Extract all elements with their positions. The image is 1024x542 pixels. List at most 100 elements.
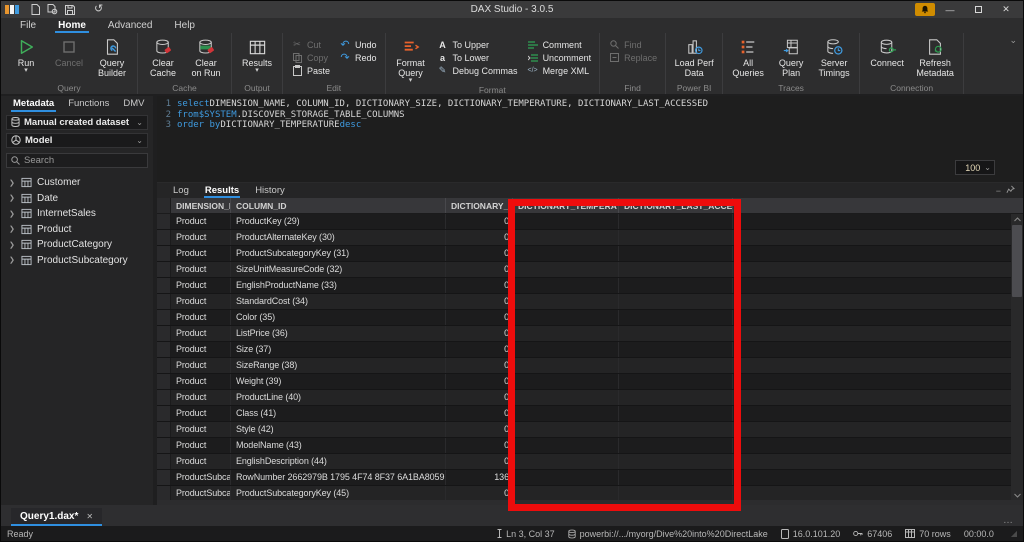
tab-log[interactable]: Log xyxy=(167,185,195,198)
sidebar-tree-item[interactable]: ❯ Product xyxy=(1,222,153,238)
tab-overflow-icon[interactable]: … xyxy=(1003,515,1023,526)
resize-grip[interactable]: ◢ xyxy=(1011,529,1017,538)
cell-dictionary-temperature[interactable] xyxy=(513,470,619,485)
results-output-button[interactable]: Results ▾ xyxy=(236,35,278,74)
row-selector[interactable] xyxy=(157,358,171,373)
cell-dictionary-last-accessed[interactable] xyxy=(619,262,733,277)
dataset-dropdown[interactable]: Manual created dataset ⌄ xyxy=(6,115,148,130)
query-editor[interactable]: 1select DIMENSION_NAME, COLUMN_ID, DICTI… xyxy=(157,96,1023,183)
table-row[interactable]: ProductSubcategory RowNumber 2662979B 17… xyxy=(157,470,1023,486)
column-header-dictionary-last-accessed[interactable]: DICTIONARY_LAST_ACCESSED xyxy=(619,198,733,213)
cell-dictionary-size[interactable]: 0 xyxy=(446,390,513,405)
chevron-right-icon[interactable]: ❯ xyxy=(9,225,16,233)
column-header-dimension-name[interactable]: DIMENSION_NAME xyxy=(171,198,231,213)
cell-dictionary-size[interactable]: 0 xyxy=(446,230,513,245)
redo-button[interactable]: ↷Redo xyxy=(335,51,381,64)
table-row[interactable]: Product EnglishProductName (33) 0 xyxy=(157,278,1023,294)
cell-dimension-name[interactable]: Product xyxy=(171,390,231,405)
cell-dictionary-temperature[interactable] xyxy=(513,278,619,293)
pin-icon[interactable] xyxy=(1006,185,1015,196)
copy-button[interactable]: Copy xyxy=(287,51,334,64)
cell-column-id[interactable]: ProductAlternateKey (30) xyxy=(231,230,446,245)
row-selector[interactable] xyxy=(157,262,171,277)
close-icon[interactable]: ✕ xyxy=(86,512,93,521)
run-button[interactable]: Run ▾ xyxy=(5,35,47,74)
editor-line[interactable]: 3order by DICTIONARY_TEMPERATURE desc xyxy=(157,120,1023,131)
scroll-down-icon[interactable] xyxy=(1014,490,1021,500)
clear-on-run-button[interactable]: Clear on Run xyxy=(185,35,227,78)
sidebar-tree-item[interactable]: ❯ Customer xyxy=(1,175,153,191)
save-icon[interactable] xyxy=(65,5,75,15)
cell-dimension-name[interactable]: Product xyxy=(171,214,231,229)
cell-dimension-name[interactable]: ProductSubcategory xyxy=(171,486,231,500)
table-row[interactable]: Product ListPrice (36) 0 xyxy=(157,326,1023,342)
row-selector[interactable] xyxy=(157,214,171,229)
cell-column-id[interactable]: Size (37) xyxy=(231,342,446,357)
tab-dmv[interactable]: DMV xyxy=(117,97,150,111)
row-selector-header[interactable] xyxy=(157,198,171,213)
new-document-icon[interactable] xyxy=(31,4,40,15)
table-row[interactable]: Product EnglishDescription (44) 0 xyxy=(157,454,1023,470)
cut-button[interactable]: ✂Cut xyxy=(287,38,334,51)
all-queries-button[interactable]: All Queries xyxy=(727,35,769,78)
find-button[interactable]: Find xyxy=(604,38,661,51)
notification-bell-button[interactable] xyxy=(915,3,935,16)
tab-help[interactable]: Help xyxy=(163,19,206,33)
cell-dictionary-size[interactable]: 0 xyxy=(446,310,513,325)
cell-dimension-name[interactable]: Product xyxy=(171,374,231,389)
chevron-right-icon[interactable]: ❯ xyxy=(9,241,16,249)
cell-dimension-name[interactable]: Product xyxy=(171,262,231,277)
sidebar-tree-item[interactable]: ❯ InternetSales xyxy=(1,206,153,222)
scroll-up-icon[interactable] xyxy=(1014,214,1021,224)
cell-column-id[interactable]: ModelName (43) xyxy=(231,438,446,453)
search-input[interactable] xyxy=(24,155,143,166)
cell-dictionary-last-accessed[interactable] xyxy=(619,214,733,229)
cell-dictionary-temperature[interactable] xyxy=(513,294,619,309)
cell-dictionary-temperature[interactable] xyxy=(513,374,619,389)
cell-dictionary-temperature[interactable] xyxy=(513,406,619,421)
open-file-icon[interactable] xyxy=(47,4,58,15)
cell-column-id[interactable]: Weight (39) xyxy=(231,374,446,389)
row-limit-select[interactable]: 100 ⌄ xyxy=(955,160,995,175)
cell-dictionary-size[interactable]: 0 xyxy=(446,454,513,469)
cell-dictionary-temperature[interactable] xyxy=(513,230,619,245)
cell-dictionary-last-accessed[interactable] xyxy=(619,454,733,469)
table-row[interactable]: Product ModelName (43) 0 xyxy=(157,438,1023,454)
table-row[interactable]: Product ProductLine (40) 0 xyxy=(157,390,1023,406)
cell-dictionary-last-accessed[interactable] xyxy=(619,390,733,405)
row-selector[interactable] xyxy=(157,486,171,500)
cell-column-id[interactable]: RowNumber 2662979B 1795 4F74 8F37 6A1BA8… xyxy=(231,470,446,485)
cell-dictionary-size[interactable]: 0 xyxy=(446,486,513,500)
cell-dictionary-last-accessed[interactable] xyxy=(619,406,733,421)
row-selector[interactable] xyxy=(157,326,171,341)
tab-history[interactable]: History xyxy=(249,185,291,198)
cell-dictionary-last-accessed[interactable] xyxy=(619,246,733,261)
cell-dimension-name[interactable]: Product xyxy=(171,310,231,325)
scrollbar-thumb[interactable] xyxy=(1012,225,1022,297)
cell-dictionary-size[interactable]: 0 xyxy=(446,294,513,309)
cell-dictionary-last-accessed[interactable] xyxy=(619,422,733,437)
cell-dimension-name[interactable]: Product xyxy=(171,342,231,357)
table-row[interactable]: Product Color (35) 0 xyxy=(157,310,1023,326)
cell-dictionary-size[interactable]: 0 xyxy=(446,278,513,293)
row-selector[interactable] xyxy=(157,230,171,245)
cell-dictionary-last-accessed[interactable] xyxy=(619,278,733,293)
connect-button[interactable]: Connect xyxy=(864,35,910,68)
table-row[interactable]: Product Style (42) 0 xyxy=(157,422,1023,438)
vertical-scrollbar[interactable] xyxy=(1011,214,1023,500)
table-row[interactable]: Product ProductSubcategoryKey (31) 0 xyxy=(157,246,1023,262)
cancel-button[interactable]: Cancel xyxy=(48,35,90,68)
cell-column-id[interactable]: ProductSubcategoryKey (45) xyxy=(231,486,446,500)
cell-dictionary-temperature[interactable] xyxy=(513,262,619,277)
chevron-right-icon[interactable]: ❯ xyxy=(9,179,16,187)
row-selector[interactable] xyxy=(157,454,171,469)
cell-dimension-name[interactable]: Product xyxy=(171,230,231,245)
cell-dimension-name[interactable]: Product xyxy=(171,278,231,293)
cell-column-id[interactable]: ListPrice (36) xyxy=(231,326,446,341)
row-selector[interactable] xyxy=(157,374,171,389)
table-row[interactable]: ProductSubcategory ProductSubcategoryKey… xyxy=(157,486,1023,500)
cell-dictionary-last-accessed[interactable] xyxy=(619,310,733,325)
tab-home[interactable]: Home xyxy=(47,19,97,33)
cell-column-id[interactable]: EnglishDescription (44) xyxy=(231,454,446,469)
row-selector[interactable] xyxy=(157,438,171,453)
